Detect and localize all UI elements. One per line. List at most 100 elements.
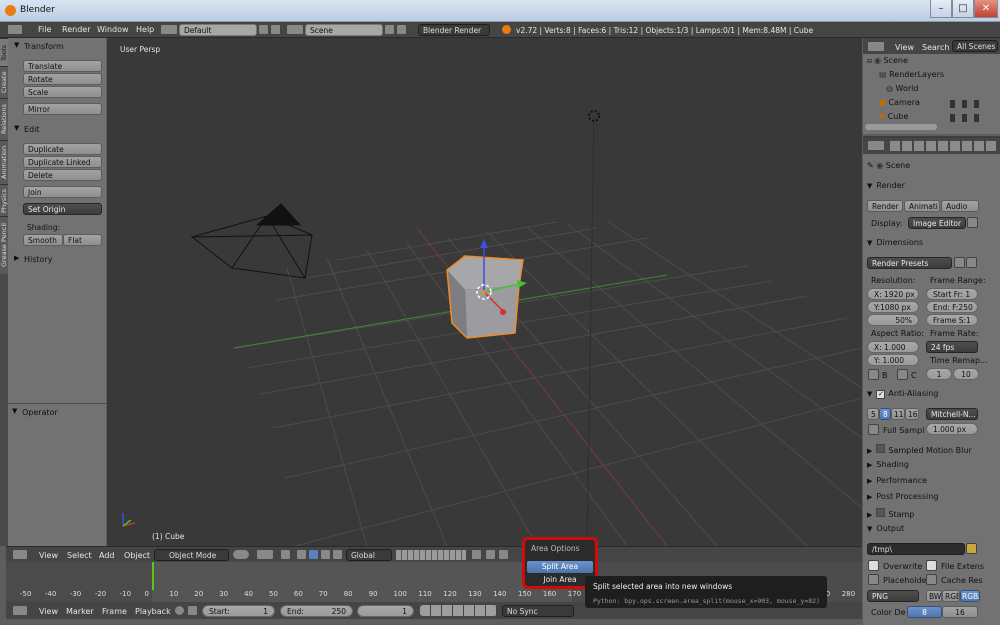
add-scene-icon[interactable] bbox=[384, 24, 395, 35]
crop-checkbox[interactable] bbox=[897, 369, 908, 380]
render-engine-select[interactable]: Blender Render bbox=[418, 24, 490, 36]
pin-icon[interactable]: ✎ bbox=[867, 161, 876, 170]
color-depth-8[interactable]: 8 bbox=[907, 606, 942, 618]
set-origin-select[interactable]: Set Origin bbox=[23, 203, 102, 215]
editor-type-icon[interactable] bbox=[867, 140, 885, 151]
visibility-eye-icon[interactable] bbox=[950, 114, 984, 122]
display-select[interactable]: Image Editor bbox=[908, 217, 966, 229]
minimize-button[interactable]: – bbox=[930, 0, 952, 18]
stamp-checkbox[interactable] bbox=[876, 508, 886, 517]
scale-manip-icon-2[interactable] bbox=[332, 549, 343, 560]
mode-select[interactable]: Object Mode bbox=[154, 549, 229, 561]
overwrite-checkbox[interactable] bbox=[868, 560, 879, 571]
outliner-view-menu[interactable]: View bbox=[895, 43, 914, 52]
frame-end-field[interactable]: End: F:250 bbox=[926, 301, 978, 313]
join-button[interactable]: Join bbox=[23, 186, 102, 198]
remap-new-field[interactable]: 10 bbox=[953, 368, 979, 380]
menu-add[interactable]: Add bbox=[99, 551, 115, 560]
end-frame-field[interactable]: End: 250 bbox=[280, 605, 353, 617]
post-processing-panel-header[interactable]: ▶ Post Processing bbox=[867, 492, 997, 501]
output-panel-header[interactable]: ▼ Output bbox=[867, 524, 997, 533]
aspect-x-field[interactable]: X: 1.000 bbox=[867, 341, 919, 353]
display-lock-icon[interactable] bbox=[967, 217, 978, 228]
close-button[interactable]: ✕ bbox=[974, 0, 998, 18]
properties-context-tabs[interactable] bbox=[890, 141, 998, 151]
menu-frame[interactable]: Frame bbox=[102, 607, 127, 616]
editor-type-icon[interactable] bbox=[7, 24, 23, 35]
frame-step-field[interactable]: Frame S:1 bbox=[926, 314, 978, 326]
outliner-search-menu[interactable]: Search bbox=[922, 43, 949, 52]
motion-blur-panel-header[interactable]: ▶ Sampled Motion Blur bbox=[867, 444, 997, 455]
editor-type-icon[interactable] bbox=[867, 41, 885, 52]
color-depth-16[interactable]: 16 bbox=[942, 606, 978, 618]
menu-marker[interactable]: Marker bbox=[66, 607, 94, 616]
scale-manip-icon[interactable] bbox=[320, 549, 331, 560]
duplicate-linked-button[interactable]: Duplicate Linked bbox=[23, 156, 102, 168]
join-area-menu-item[interactable]: Join Area bbox=[527, 574, 593, 586]
smooth-button[interactable]: Smooth bbox=[23, 234, 63, 246]
color-rgb-button[interactable]: RGB bbox=[942, 590, 960, 602]
menu-help[interactable]: Help bbox=[136, 25, 154, 34]
playback-controls[interactable] bbox=[420, 605, 497, 616]
frame-rate-select[interactable]: 24 fps bbox=[926, 341, 978, 353]
scene-icon[interactable] bbox=[286, 24, 304, 35]
tab-relations[interactable]: Relations bbox=[0, 98, 8, 140]
file-extensions-checkbox[interactable] bbox=[926, 560, 937, 571]
rotate-manip-icon[interactable] bbox=[308, 549, 319, 560]
menu-playback[interactable]: Playback bbox=[135, 607, 171, 616]
remove-preset-icon[interactable] bbox=[966, 257, 977, 268]
maximize-button[interactable]: □ bbox=[952, 0, 974, 18]
render-animation-button[interactable]: Animati bbox=[904, 200, 940, 212]
menu-view[interactable]: View bbox=[39, 607, 58, 616]
translate-button[interactable]: Translate bbox=[23, 60, 102, 72]
scale-button[interactable]: Scale bbox=[23, 86, 102, 98]
render-presets-select[interactable]: Render Presets bbox=[867, 257, 952, 269]
resolution-percent-field[interactable]: 50% bbox=[867, 314, 919, 326]
operator-panel-header[interactable]: ▼ Operator bbox=[8, 405, 108, 419]
screen-layout-field[interactable]: Default bbox=[179, 24, 257, 36]
camera-icon[interactable] bbox=[187, 605, 198, 616]
outliner-scrollbar[interactable] bbox=[865, 124, 937, 130]
scene-field[interactable]: Scene bbox=[305, 24, 383, 36]
duplicate-button[interactable]: Duplicate bbox=[23, 143, 102, 155]
add-layout-icon[interactable] bbox=[258, 24, 269, 35]
cache-result-checkbox[interactable] bbox=[926, 574, 937, 585]
aa-samples-8[interactable]: 8 bbox=[879, 408, 891, 420]
menu-window[interactable]: Window bbox=[97, 25, 129, 34]
output-path-field[interactable]: /tmp\ bbox=[867, 543, 965, 555]
outliner-display-select[interactable]: All Scenes bbox=[952, 40, 998, 52]
split-area-menu-item[interactable]: Split Area bbox=[527, 561, 593, 573]
current-frame-field[interactable]: 1 bbox=[357, 605, 414, 617]
menu-file[interactable]: File bbox=[38, 25, 51, 34]
remove-scene-icon[interactable] bbox=[396, 24, 407, 35]
render-panel-header[interactable]: ▼ Render bbox=[867, 181, 997, 190]
viewport-shading-icon[interactable] bbox=[232, 549, 250, 560]
tab-physics[interactable]: Physics bbox=[0, 184, 8, 216]
preview-range-icon[interactable] bbox=[174, 605, 185, 616]
timeline-current-frame[interactable] bbox=[152, 562, 154, 590]
outliner-item-renderlayers[interactable]: ▤ RenderLayers bbox=[879, 70, 944, 79]
outliner-item-world[interactable]: ◍ World bbox=[886, 84, 918, 93]
manipulator-icon[interactable] bbox=[280, 549, 291, 560]
aa-samples-16[interactable]: 16 bbox=[905, 408, 919, 420]
menu-select[interactable]: Select bbox=[67, 551, 92, 560]
placeholders-checkbox[interactable] bbox=[868, 574, 879, 585]
stamp-panel-header[interactable]: ▶ Stamp bbox=[867, 508, 997, 519]
rotate-button[interactable]: Rotate bbox=[23, 73, 102, 85]
menu-render[interactable]: Render bbox=[62, 25, 90, 34]
aa-filter-size-field[interactable]: 1.000 px bbox=[926, 423, 978, 435]
history-panel-header[interactable]: ▶ History bbox=[8, 252, 108, 266]
snap-icon[interactable] bbox=[498, 549, 509, 560]
mirror-button[interactable]: Mirror bbox=[23, 103, 102, 115]
outliner-item-camera[interactable]: ● Camera bbox=[879, 98, 920, 107]
aa-checkbox[interactable]: ✓ bbox=[876, 390, 886, 399]
resolution-y-field[interactable]: Y:1080 px bbox=[867, 301, 919, 313]
screen-layout-icon[interactable] bbox=[160, 24, 178, 35]
add-preset-icon[interactable] bbox=[954, 257, 965, 268]
menu-object[interactable]: Object bbox=[124, 551, 150, 560]
aa-samples-11[interactable]: 11 bbox=[891, 408, 905, 420]
aa-samples-5[interactable]: 5 bbox=[867, 408, 879, 420]
pivot-icon[interactable] bbox=[256, 549, 274, 560]
lock-icon[interactable] bbox=[471, 549, 482, 560]
resolution-x-field[interactable]: X: 1920 px bbox=[867, 288, 919, 300]
